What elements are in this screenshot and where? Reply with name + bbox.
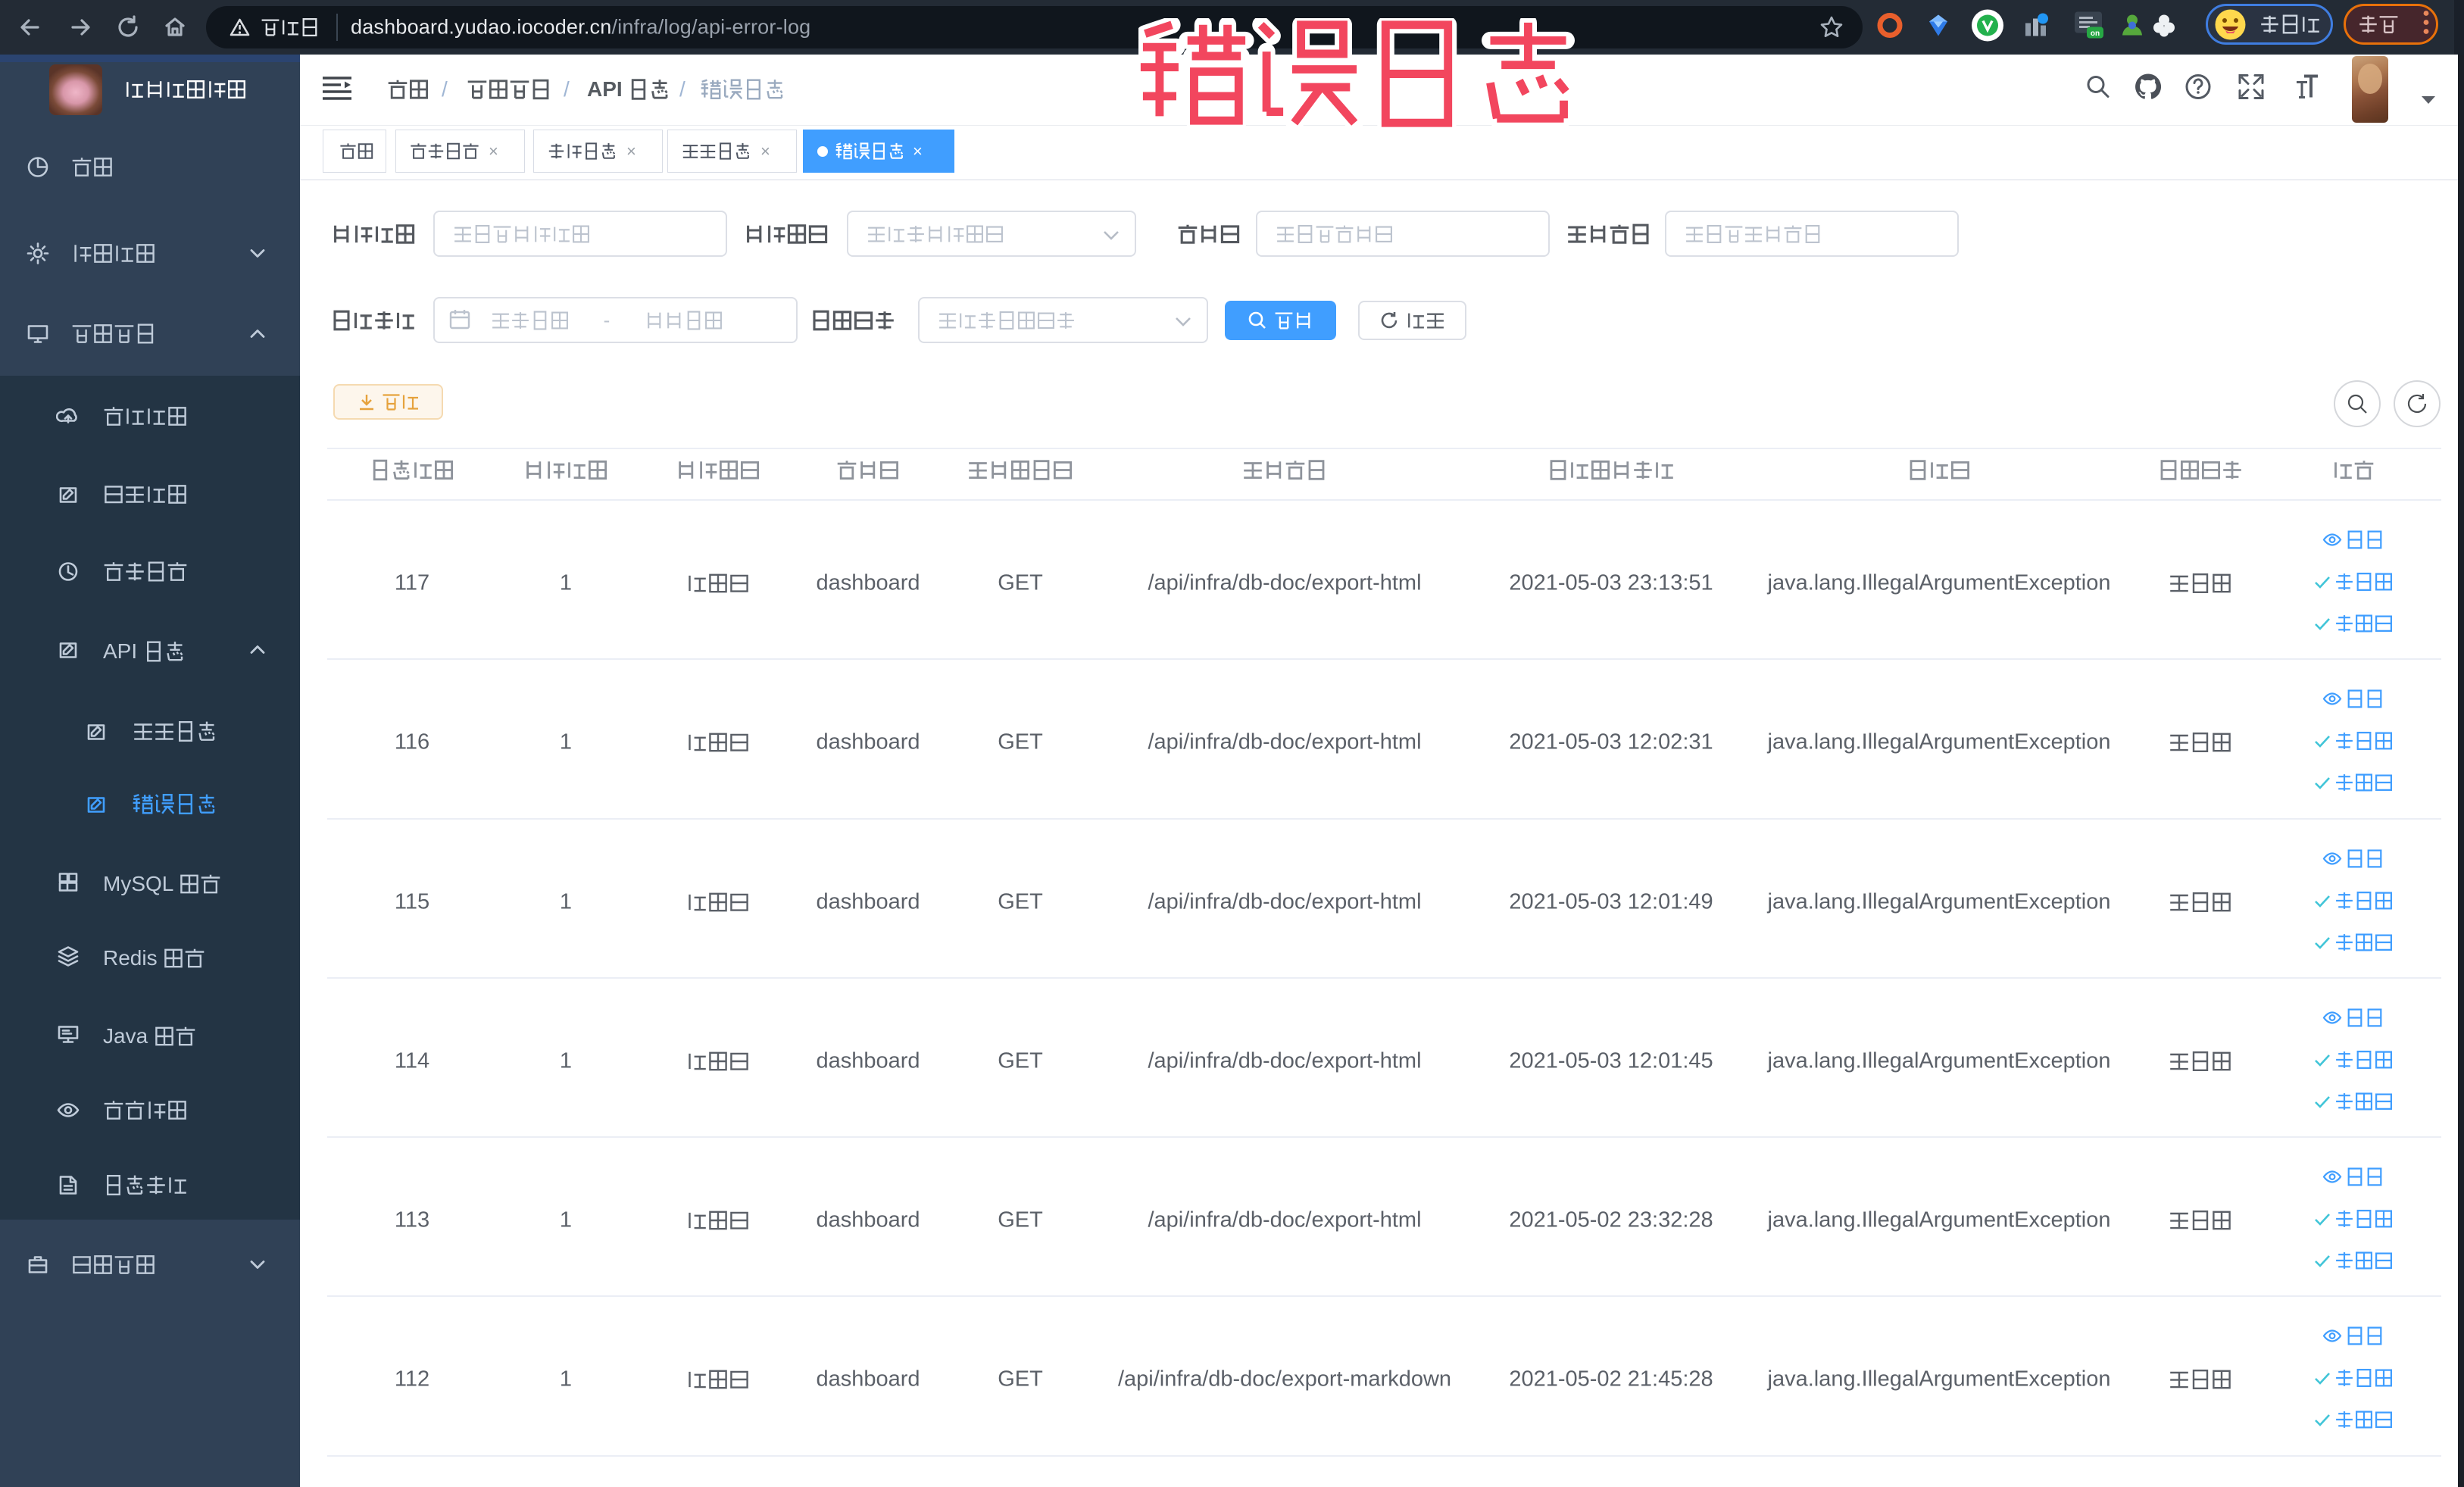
svg-text:on: on	[2091, 30, 2100, 38]
